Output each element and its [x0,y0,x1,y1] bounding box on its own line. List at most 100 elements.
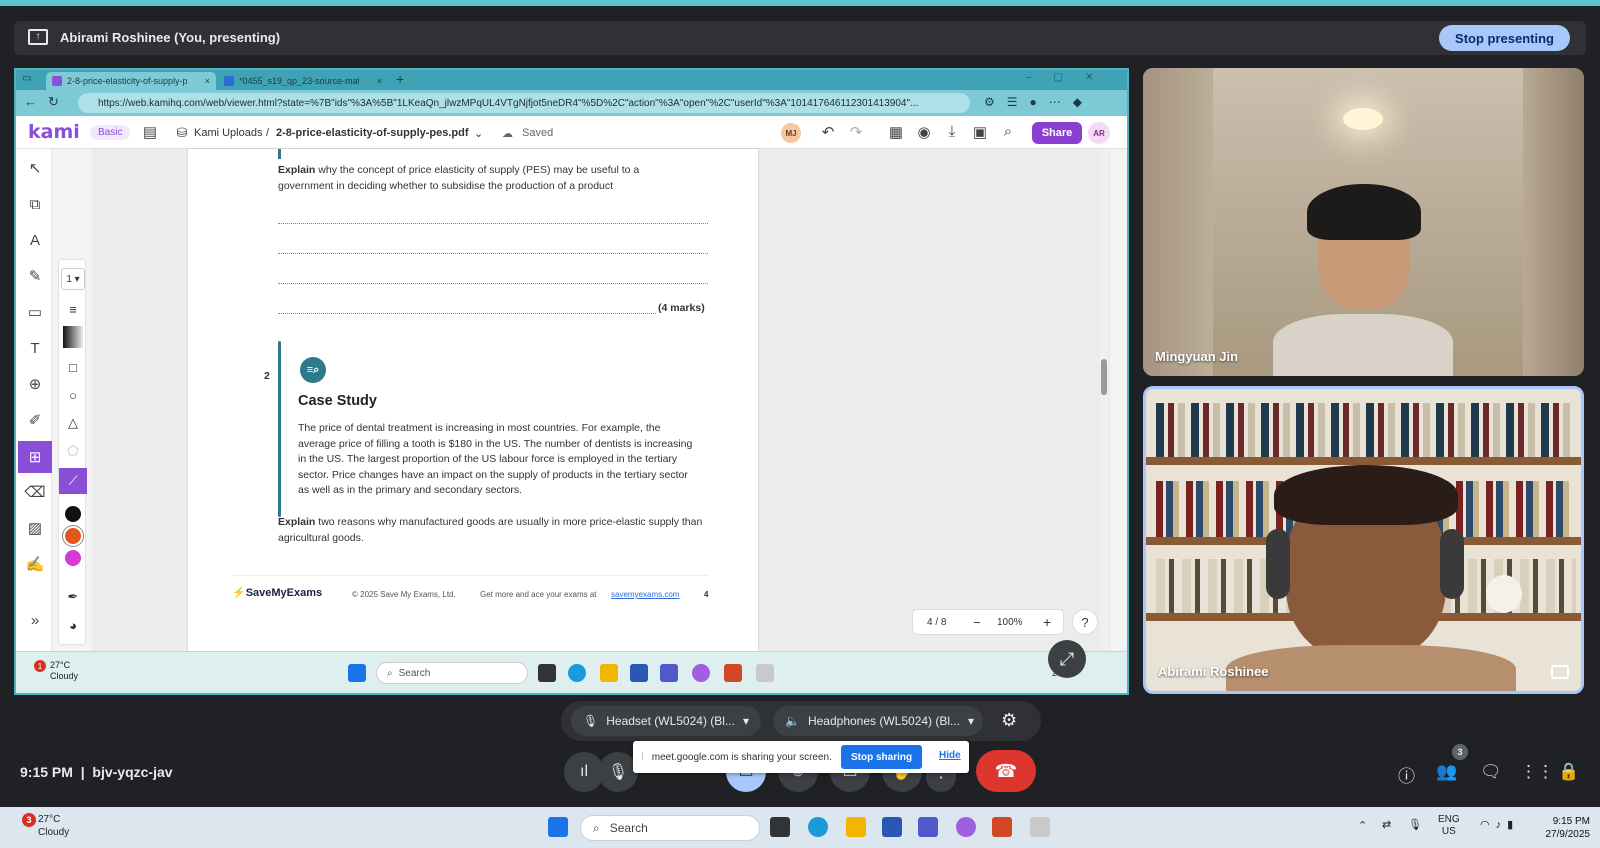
expand-screen-icon[interactable]: ⤢ [1048,640,1086,678]
select-tool-icon[interactable]: ↖ [22,155,48,181]
store-icon[interactable] [882,817,902,837]
new-tab-icon[interactable]: + [396,71,404,87]
file-name[interactable]: 2-8-price-elasticity-of-supply-pes.pdf [276,127,469,139]
windows-start-icon[interactable] [348,664,366,682]
plan-badge[interactable]: Basic [90,125,131,140]
archive-icon[interactable]: ▤ [140,123,160,141]
answer-line[interactable] [278,253,708,254]
stroke-size-select[interactable]: 1 ▾ [61,268,85,290]
footer-link[interactable]: savemyexams.com [611,590,679,599]
settings-gear-icon[interactable]: ⚙ [1001,710,1017,731]
teams-icon[interactable] [918,817,938,837]
chevron-down-icon[interactable]: ⌄ [474,127,483,140]
weather-widget[interactable]: 27°C Cloudy [50,660,78,682]
activities-icon[interactable]: ⋮⋮ [1520,762,1554,782]
participant-tile-abirami[interactable]: Abirami Roshinee [1143,386,1584,694]
stop-presenting-button[interactable]: Stop presenting [1439,25,1570,51]
close-tab-icon[interactable]: × [205,76,210,86]
language-indicator[interactable]: ENG US [1438,814,1460,838]
shapes-tool-icon[interactable]: ⊞ [18,441,52,473]
end-call-button[interactable]: ☎ [976,750,1036,792]
comment-icon[interactable]: ▭ [22,299,48,325]
people-icon[interactable]: 👥 [1436,762,1457,782]
snipping-tool-icon[interactable] [1030,817,1050,837]
circle-icon[interactable]: ○ [61,384,85,406]
avatar-mj[interactable]: MJ [781,123,801,143]
hide-banner-link[interactable]: Hide [939,750,961,761]
back-icon[interactable]: ← [24,94,37,109]
zoom-out-button[interactable]: − [973,615,981,630]
polygon-icon[interactable]: ⬠ [61,440,85,462]
breadcrumb-root[interactable]: Kami Uploads [194,127,262,139]
line-style-icon[interactable]: ≡ [61,298,85,320]
page-indicator[interactable]: 4 / 8 [927,617,946,628]
microphone-toggle-icon[interactable]: 🎙 [598,752,638,792]
file-explorer-icon[interactable] [846,817,866,837]
store-icon[interactable] [630,664,648,682]
window-controls[interactable]: –▢✕ [1026,72,1115,83]
view-icon[interactable]: ◉ [914,123,934,141]
url-field[interactable]: https://web.kamihq.com/web/viewer.html?s… [78,93,970,113]
add-media-icon[interactable]: ▨ [22,515,48,541]
triangle-icon[interactable]: △ [61,412,85,434]
redo-icon[interactable]: ↷ [846,123,866,141]
reload-icon[interactable]: ↻ [48,94,59,110]
answer-line[interactable] [278,313,656,314]
edge-icon[interactable] [808,817,828,837]
outline-icon[interactable]: ▦ [886,123,906,141]
pin-icon[interactable] [1551,665,1569,679]
tab-actions-icon[interactable]: ▭ [22,73,31,84]
microphone-select[interactable]: 🎙 Headset (WL5024) (Bl... ▾ [571,706,761,736]
highlighter-icon[interactable]: ✎ [22,263,48,289]
file-explorer-icon[interactable] [600,664,618,682]
drag-handle-icon[interactable]: ⁞ [641,752,644,763]
eraser-icon[interactable]: ⌫ [22,479,48,505]
eyedropper-icon[interactable]: ✒ [61,586,85,608]
text-tool-icon[interactable]: T [22,335,48,361]
rectangle-icon[interactable]: □ [61,356,85,378]
read-aloud-icon[interactable]: A [22,227,48,253]
tab-kami[interactable]: 2-8-price-elasticity-of-supply-pes × [46,72,216,90]
teams-icon[interactable] [660,664,678,682]
host-controls-icon[interactable]: 🔒 [1558,762,1579,782]
edge-icon[interactable] [568,664,586,682]
color-swatch-orange[interactable] [65,528,81,544]
speaker-select[interactable]: 🔈 Headphones (WL5024) (Bl... ▾ [773,706,983,736]
undo-icon[interactable]: ↶ [818,123,838,141]
tray-overflow-icon[interactable]: ⌃ [1358,819,1367,832]
task-view-icon[interactable] [538,664,556,682]
taskbar-search[interactable]: ⌕ Search [376,662,528,684]
share-button[interactable]: Share [1032,122,1082,144]
taskbar-search[interactable]: ⌕ Search [580,815,760,841]
line-tool-icon[interactable]: ⟋ [59,468,87,494]
palette-icon[interactable]: ◕ [61,614,85,636]
weather-widget[interactable]: 27°C Cloudy [38,813,69,839]
opacity-icon[interactable] [63,326,83,348]
zoom-level[interactable]: 100% [997,617,1023,628]
powerpoint-icon[interactable] [992,817,1012,837]
stop-sharing-button[interactable]: Stop sharing [841,745,923,769]
expand-toolbar-icon[interactable]: » [22,607,48,633]
network-volume-battery-icons[interactable]: ◠♪▮ [1480,818,1519,831]
download-icon[interactable]: ⤓ [942,123,962,140]
drawing-icon[interactable]: ✐ [22,407,48,433]
close-tab-icon[interactable]: × [377,76,382,86]
answer-line[interactable] [278,283,708,284]
windows-start-icon[interactable] [548,817,568,837]
scroll-thumb[interactable] [1101,359,1107,395]
tray-app-icon[interactable]: ⇄ [1382,818,1391,831]
copilot-icon[interactable] [956,817,976,837]
help-button[interactable]: ? [1072,609,1098,635]
color-swatch-magenta[interactable] [65,550,81,566]
microphone-tray-icon[interactable]: 🎙 [1408,818,1422,831]
copilot-icon[interactable] [692,664,710,682]
equation-icon[interactable]: ⊕ [22,371,48,397]
pdf-viewport[interactable]: Explain why the concept of price elastic… [92,149,1110,651]
task-view-icon[interactable] [770,817,790,837]
briefcase-icon[interactable]: ▣ [970,123,990,141]
color-swatch-black[interactable] [65,506,81,522]
powerpoint-icon[interactable] [724,664,742,682]
capture-tool-icon[interactable]: ⧉ [22,191,48,217]
taskbar-clock[interactable]: 9:15 PM 27/9/2025 [1530,815,1591,841]
browser-extension-icons[interactable]: ⚙☰●⋯◆ [984,95,1094,109]
